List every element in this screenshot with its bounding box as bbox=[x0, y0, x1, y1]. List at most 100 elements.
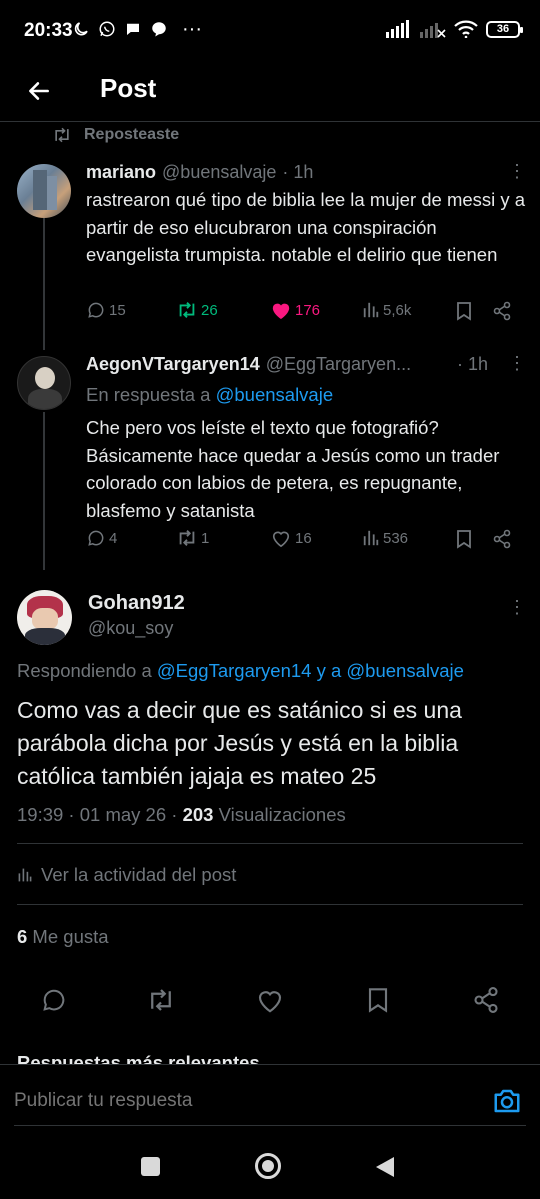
author-handle[interactable]: @kou_soy bbox=[88, 618, 173, 639]
more-options-icon[interactable]: ⋮ bbox=[508, 354, 526, 372]
system-nav-bar bbox=[0, 1130, 540, 1199]
camera-icon[interactable] bbox=[492, 1087, 522, 1115]
repost-icon bbox=[55, 127, 69, 143]
repost-icon bbox=[179, 530, 195, 546]
post-timestamp: 19:39 · 01 may 26 · bbox=[17, 804, 183, 825]
bookmark-icon[interactable] bbox=[455, 301, 473, 321]
status-time: 20:33 bbox=[24, 20, 73, 41]
moon-icon bbox=[74, 22, 88, 36]
chat-bubble-icon bbox=[127, 23, 139, 35]
avatar[interactable] bbox=[17, 164, 71, 218]
wifi-icon bbox=[454, 20, 478, 38]
header: Post bbox=[0, 62, 540, 122]
repost-count: 1 bbox=[201, 529, 210, 547]
repost-count: 26 bbox=[201, 301, 218, 319]
activity-link[interactable]: Ver la actividad del post bbox=[17, 864, 236, 886]
reply-icon bbox=[88, 530, 104, 546]
author-name[interactable]: AegonVTargaryen14 bbox=[86, 354, 260, 375]
heart-icon bbox=[272, 531, 290, 548]
back-button[interactable] bbox=[20, 72, 58, 110]
like-count: 16 bbox=[295, 529, 312, 547]
divider bbox=[0, 964, 540, 965]
replying-to: Respondiendo a @EggTargaryen14 y a @buen… bbox=[17, 660, 464, 682]
divider bbox=[14, 1125, 526, 1126]
status-bar: 20:33 ··· 36 bbox=[0, 0, 540, 62]
whatsapp-icon bbox=[99, 21, 115, 37]
analytics-icon bbox=[18, 868, 32, 882]
heart-filled-icon bbox=[272, 303, 290, 320]
arrow-left-icon bbox=[29, 82, 49, 100]
signal-icon bbox=[386, 20, 409, 38]
repost-indicator-label: Reposteaste bbox=[84, 126, 180, 143]
reply-input[interactable] bbox=[14, 1081, 474, 1121]
main-post: Gohan912 @kou_soy ⋮ Respondiendo a @EggT… bbox=[0, 586, 540, 966]
bookmark-icon[interactable] bbox=[455, 529, 473, 549]
post-views-count: 203 bbox=[182, 804, 214, 825]
recents-button[interactable] bbox=[141, 1157, 160, 1176]
post-text: Como vas a decir que es satánico si es u… bbox=[17, 697, 462, 789]
repost-indicator: Reposteaste bbox=[52, 126, 179, 144]
page-title: Post bbox=[100, 73, 157, 103]
views-count: 5,6k bbox=[383, 301, 412, 319]
divider bbox=[17, 843, 523, 844]
views-button[interactable]: 5,6k bbox=[362, 301, 411, 319]
replying-prefix: Respondiendo a bbox=[17, 660, 152, 681]
likes-label: Me gusta bbox=[27, 926, 109, 947]
author-handle[interactable]: @buensalvaje bbox=[162, 162, 276, 183]
reply-context: En respuesta a @buensalvaje bbox=[86, 384, 333, 406]
divider bbox=[17, 904, 523, 905]
reply-mention-link[interactable]: @buensalvaje bbox=[216, 384, 334, 405]
author-name[interactable]: mariano bbox=[86, 162, 156, 183]
repost-button[interactable]: 26 bbox=[176, 300, 218, 320]
home-button[interactable] bbox=[255, 1153, 281, 1179]
reply-count: 15 bbox=[109, 301, 126, 319]
likes-count: 6 bbox=[17, 926, 28, 947]
back-nav-icon[interactable] bbox=[374, 1155, 396, 1179]
more-notifications-icon: ··· bbox=[182, 18, 202, 40]
repost-icon[interactable] bbox=[146, 986, 176, 1014]
tweet-time: · 1h bbox=[456, 354, 488, 374]
reply-icon[interactable] bbox=[40, 986, 68, 1014]
post-action-bar bbox=[0, 982, 540, 1018]
reply-prefix: En respuesta a bbox=[86, 384, 211, 405]
reply-button[interactable]: 4 bbox=[86, 528, 117, 548]
repost-button[interactable]: 1 bbox=[176, 528, 209, 548]
share-icon[interactable] bbox=[472, 986, 500, 1014]
views-count: 536 bbox=[383, 529, 409, 547]
heart-icon[interactable] bbox=[255, 986, 285, 1014]
battery-icon: 36 bbox=[486, 20, 523, 38]
post-meta: 19:39 · 01 may 26 · 203 Visualizaciones bbox=[17, 804, 346, 826]
signal-off-icon bbox=[420, 23, 446, 38]
more-options-icon[interactable]: ⋮ bbox=[508, 162, 526, 180]
tweet-time: · 1h bbox=[282, 162, 314, 182]
views-button[interactable]: 536 bbox=[362, 529, 408, 547]
reply-button[interactable]: 15 bbox=[86, 300, 126, 320]
author-handle[interactable]: @EggTargaryen... bbox=[266, 354, 411, 375]
bookmark-icon[interactable] bbox=[366, 986, 390, 1014]
activity-link-label: Ver la actividad del post bbox=[41, 864, 237, 885]
avatar[interactable] bbox=[17, 356, 71, 410]
like-button[interactable]: 16 bbox=[270, 528, 312, 548]
author-name[interactable]: Gohan912 bbox=[88, 592, 185, 615]
avatar[interactable] bbox=[17, 590, 72, 645]
views-icon bbox=[363, 530, 379, 546]
status-right-icons: 36 bbox=[386, 20, 523, 38]
like-button[interactable]: 176 bbox=[270, 300, 320, 320]
like-count: 176 bbox=[295, 301, 321, 319]
tweet-text: Che pero vos leíste el texto que fotogra… bbox=[86, 417, 500, 521]
status-left-icons: ··· bbox=[72, 18, 202, 40]
share-icon[interactable] bbox=[492, 529, 512, 549]
tweet-mariano[interactable]: mariano @buensalvaje · 1h ⋮ rastrearon q… bbox=[0, 160, 540, 340]
share-icon[interactable] bbox=[492, 301, 512, 321]
tweet-header: mariano @buensalvaje · 1h bbox=[86, 162, 313, 183]
tweet-text: rastrearon qué tipo de biblia lee la muj… bbox=[86, 189, 526, 265]
reply-count: 4 bbox=[109, 529, 118, 547]
more-options-icon[interactable]: ⋮ bbox=[508, 598, 526, 616]
replying-mentions-link[interactable]: @EggTargaryen14 y a @buensalvaje bbox=[157, 660, 464, 681]
tweet-aegon[interactable]: AegonVTargaryen14 @EggTargaryen... · 1h … bbox=[0, 352, 540, 562]
likes-summary[interactable]: 6 Me gusta bbox=[17, 926, 109, 948]
tweet-header: AegonVTargaryen14 @EggTargaryen... · 1h bbox=[86, 354, 506, 375]
message-icon bbox=[152, 22, 166, 37]
views-icon bbox=[363, 302, 379, 318]
repost-icon bbox=[179, 302, 195, 318]
